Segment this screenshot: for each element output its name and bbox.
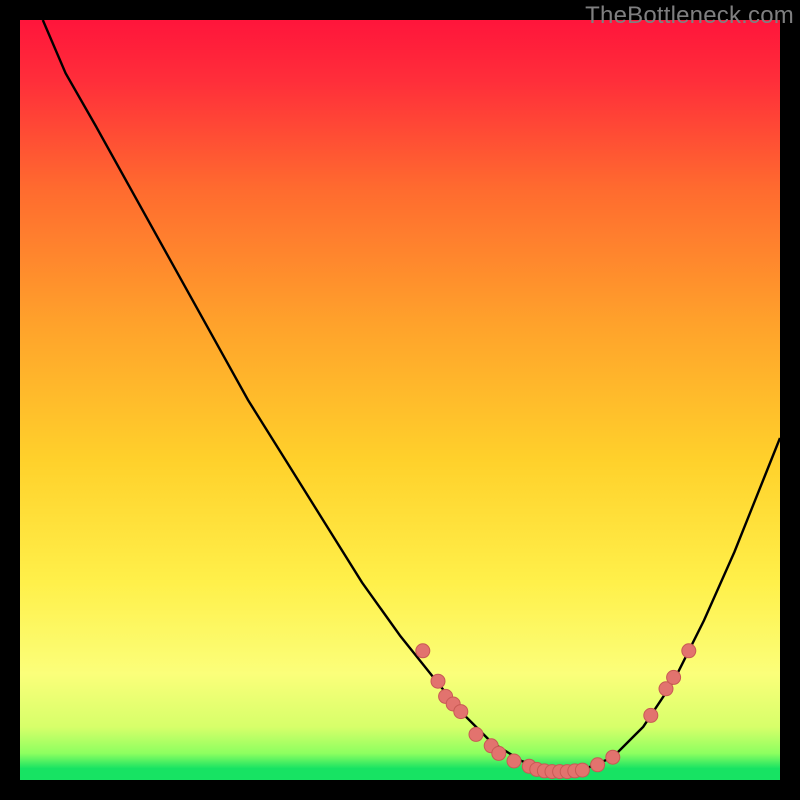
data-point [644,708,658,722]
data-point [682,644,696,658]
chart-frame [20,20,780,780]
data-point [507,754,521,768]
data-point [492,746,506,760]
data-point [606,750,620,764]
watermark-text: TheBottleneck.com [585,2,794,30]
gradient-background [20,20,780,780]
data-point [575,763,589,777]
data-point [431,674,445,688]
data-point [416,644,430,658]
data-point [469,727,483,741]
data-point [454,705,468,719]
data-point [591,758,605,772]
chart-svg [20,20,780,780]
data-point [667,670,681,684]
